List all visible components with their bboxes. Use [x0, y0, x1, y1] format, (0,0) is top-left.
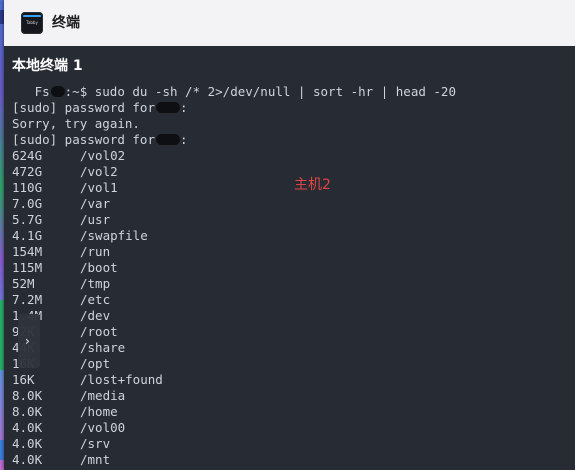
du-path: /vol02 — [80, 148, 126, 163]
du-size: 7.0G — [12, 196, 43, 211]
du-size: 4.1G — [12, 228, 43, 243]
du-path: /swapfile — [80, 228, 148, 243]
du-size: 4.0K — [12, 420, 43, 435]
du-row: 52M/tmp — [12, 276, 562, 292]
du-path: /etc — [80, 292, 111, 307]
du-path: /usr — [80, 212, 111, 227]
du-size: 16K — [12, 372, 35, 387]
du-path: /tmp — [80, 276, 111, 291]
du-size: 154M — [12, 244, 43, 259]
du-size: 8.0K — [12, 388, 43, 403]
du-row: 1.4M/dev — [12, 308, 562, 324]
du-path: /root — [80, 324, 118, 339]
du-path: /vol00 — [80, 420, 126, 435]
window-title: 终端 — [52, 15, 80, 31]
du-row: 92K/root — [12, 324, 562, 340]
du-row: 115M/boot — [12, 260, 562, 276]
du-path: /boot — [80, 260, 118, 275]
tabby-app-icon: Tabby — [21, 12, 43, 34]
du-size: 115M — [12, 260, 43, 275]
du-row: 4.0K/mnt — [12, 452, 562, 468]
du-size: 5.7G — [12, 212, 43, 227]
du-row: 44K/share — [12, 340, 562, 356]
du-row: 16K/lost+found — [12, 372, 562, 388]
du-row: 4.0K/vol00 — [12, 420, 562, 436]
du-row: 154M/run — [12, 244, 562, 260]
chevron-right-icon: › — [25, 334, 30, 348]
side-panel-toggle[interactable]: › — [18, 314, 40, 368]
du-path: /home — [80, 404, 118, 419]
du-path: /var — [80, 196, 111, 211]
host-annotation: 主机2 — [294, 177, 331, 193]
du-row: 8.0K/home — [12, 404, 562, 420]
du-size: 52M — [12, 276, 35, 291]
sudo-prompt-line: [sudo] password for: — [12, 132, 188, 147]
du-path: /run — [80, 244, 111, 259]
du-size: 624G — [12, 148, 43, 163]
du-row: 624G/vol02 — [12, 148, 562, 164]
du-path: /srv — [80, 436, 111, 451]
redacted-username — [156, 102, 180, 113]
du-row: 4.1G/swapfile — [12, 228, 562, 244]
sudo-prompt-line: [sudo] password for: — [12, 100, 188, 115]
terminal-output[interactable]: Fs:~$ sudo du -sh /* 2>/dev/null | sort … — [12, 84, 562, 468]
du-path: /vol2 — [80, 164, 118, 179]
du-row: 5.7G/usr — [12, 212, 562, 228]
du-row: 16K/opt — [12, 356, 562, 372]
terminal-window: Tabby 终端 本地终端 1 Fs:~$ sudo du -sh /* 2>/… — [4, 0, 575, 470]
du-path: /lost+found — [80, 372, 163, 387]
command-line: Fs:~$ sudo du -sh /* 2>/dev/null | sort … — [12, 84, 456, 99]
du-path: /opt — [80, 356, 111, 371]
du-row: 7.0G/var — [12, 196, 562, 212]
du-path: /media — [80, 388, 126, 403]
du-row: 7.2M/etc — [12, 292, 562, 308]
sorry-line: Sorry, try again. — [12, 116, 140, 131]
du-row: 472G/vol2 — [12, 164, 562, 180]
du-size: 4.0K — [12, 452, 43, 467]
du-size: 8.0K — [12, 404, 43, 419]
du-path: /dev — [80, 308, 111, 323]
du-size: 472G — [12, 164, 43, 179]
redacted-username — [156, 134, 180, 145]
du-row: 110G/vol1 — [12, 180, 562, 196]
du-size: 7.2M — [12, 292, 43, 307]
du-path: /share — [80, 340, 126, 355]
du-row: 4.0K/srv — [12, 436, 562, 452]
terminal-tab-title[interactable]: 本地终端 1 — [12, 56, 83, 76]
du-size: 110G — [12, 180, 43, 195]
title-bar[interactable]: Tabby 终端 — [4, 0, 575, 46]
du-size: 4.0K — [12, 436, 43, 451]
du-path: /vol1 — [80, 180, 118, 195]
du-path: /mnt — [80, 452, 111, 467]
du-row: 8.0K/media — [12, 388, 562, 404]
redacted-hostname — [50, 86, 65, 97]
